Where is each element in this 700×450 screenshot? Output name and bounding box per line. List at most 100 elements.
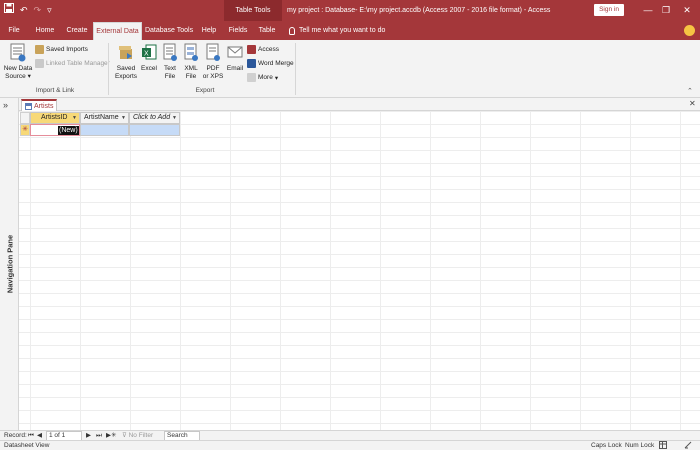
saved-exports-button[interactable]: Saved Exports [113,43,139,81]
import-link-group-label: Import & Link [35,87,75,94]
title-bar: ↶ ↷ ▿ Table Tools my project : Database-… [0,0,700,21]
new-data-source-button[interactable]: New Data Source ▾ [3,43,33,81]
close-document-icon[interactable]: ✕ [689,99,696,108]
view-status: Datasheet View [4,442,50,449]
saved-exports-icon [118,43,134,63]
excel-label: Excel [141,65,157,72]
navigation-pane-label: Navigation Pane [5,234,15,294]
tab-table[interactable]: Table [256,21,278,40]
export-access-button[interactable]: Access [247,44,279,55]
more-export-button[interactable]: More ▾ [247,72,278,83]
select-all-corner[interactable] [20,112,30,124]
export-text-file-button[interactable]: Text File [161,43,179,81]
ribbon-tabs: File Home Create External Data Database … [0,21,700,40]
undo-icon[interactable]: ↶ [20,3,28,18]
email-label: Email [226,65,244,72]
quick-access-toolbar: ↶ ↷ ▿ [4,3,52,18]
saved-imports-button[interactable]: Saved Imports [35,44,88,55]
customize-qat-icon[interactable]: ▿ [47,3,52,18]
new-value: (New) [58,126,79,135]
design-view-icon[interactable] [684,441,692,450]
tab-external-data[interactable]: External Data [93,22,142,40]
collapse-ribbon-icon[interactable]: ⌃ [687,87,693,95]
text-file-icon [162,43,178,63]
save-icon[interactable] [4,3,14,18]
close-icon[interactable]: ✕ [677,0,697,21]
export-xml-file-button[interactable]: XML File [182,43,200,81]
column-dropdown-icon[interactable]: ▼ [172,113,177,123]
saved-imports-label: Saved Imports [46,46,88,53]
dropdown-arrow-icon: ▾ [25,73,31,80]
cell-click-to-add-new[interactable] [129,124,180,136]
navigation-pane[interactable]: » Navigation Pane [0,98,19,430]
word-merge-button[interactable]: Word Merge [247,58,294,69]
dropdown-arrow-icon: ▾ [274,74,279,82]
feedback-smiley-icon[interactable] [684,25,695,36]
pdf-xps-label: PDF [206,65,220,72]
window-title: my project : Database- E:\my project.acc… [287,7,551,14]
tab-artists-label: Artists [34,103,54,110]
current-record-value: 1 of 1 [49,432,66,439]
word-merge-icon [247,59,256,68]
export-email-button[interactable]: Email [226,43,244,73]
more-icon [247,73,256,82]
new-data-source-label: New Data [3,65,33,72]
tab-file[interactable]: File [3,21,25,40]
table-tools-context-label: Table Tools [224,0,282,21]
new-data-source-icon [10,43,26,63]
access-label: Access [258,46,279,53]
access-icon [247,45,256,54]
new-data-source-label-2: Source [5,73,26,80]
column-header-artistname[interactable]: ArtistName ▼ [80,112,129,124]
redo-icon[interactable]: ↷ [34,3,42,18]
ribbon: New Data Source ▾ Saved Imports Linked T… [0,40,700,98]
tab-database-tools[interactable]: Database Tools [144,21,194,40]
export-excel-button[interactable]: X Excel [140,43,158,73]
datasheet-view-icon[interactable] [659,441,667,450]
column-dropdown-icon[interactable]: ▼ [72,113,77,123]
minimize-icon[interactable]: — [638,0,658,21]
linked-table-manager-button[interactable]: Linked Table Manager [35,58,110,69]
saved-exports-label: Saved [116,65,136,72]
tab-home[interactable]: Home [31,21,59,40]
lightbulb-icon [289,26,295,35]
linked-table-manager-icon [35,59,44,68]
svg-text:X: X [144,51,149,58]
word-merge-label: Word Merge [258,60,294,67]
tab-fields[interactable]: Fields [226,21,250,40]
xml-file-label: XML [184,65,198,72]
cell-artistname-new[interactable] [80,124,129,136]
column-header-click-to-add[interactable]: Click to Add ▼ [129,112,180,124]
saved-imports-icon [35,45,44,54]
search-placeholder: Search [167,432,188,439]
filter-icon: ⊽ [122,432,129,439]
column-dropdown-icon[interactable]: ▼ [121,113,126,123]
pdf-xps-icon [205,43,221,63]
export-pdf-xps-button[interactable]: PDF or XPS [202,43,224,81]
document-tab-bar: Artists ✕ [19,98,700,112]
tell-me-text: Tell me what you want to do [299,27,386,34]
datasheet-grid[interactable]: ArtistsID ▼ ArtistName ▼ Click to Add ▼ … [19,111,700,430]
tab-help[interactable]: Help [198,21,220,40]
column-header-artistsid[interactable]: ArtistsID ▼ [30,112,80,124]
saved-exports-label-2: Exports [114,73,138,80]
cell-artistsid-new[interactable]: (New) [30,124,80,136]
tab-create[interactable]: Create [63,21,91,40]
tell-me-search[interactable]: Tell me what you want to do [289,21,385,40]
new-record-selector[interactable]: ✳ [20,124,30,136]
more-label: More [258,74,273,81]
text-file-label-2: File [164,73,176,80]
text-file-label: Text [164,65,176,72]
pdf-xps-label-2: or XPS [202,73,224,80]
email-icon [227,43,243,63]
xml-file-icon [183,43,199,63]
excel-icon: X [141,43,157,63]
export-group-label: Export [195,87,215,94]
no-filter-label: No Filter [128,432,154,439]
restore-icon[interactable]: ❐ [656,0,676,21]
expand-nav-pane-icon[interactable]: » [3,100,8,110]
sign-in-button[interactable]: Sign in [594,4,624,16]
linked-table-manager-label: Linked Table Manager [46,60,110,67]
group-separator [108,43,109,95]
table-icon [25,103,32,110]
